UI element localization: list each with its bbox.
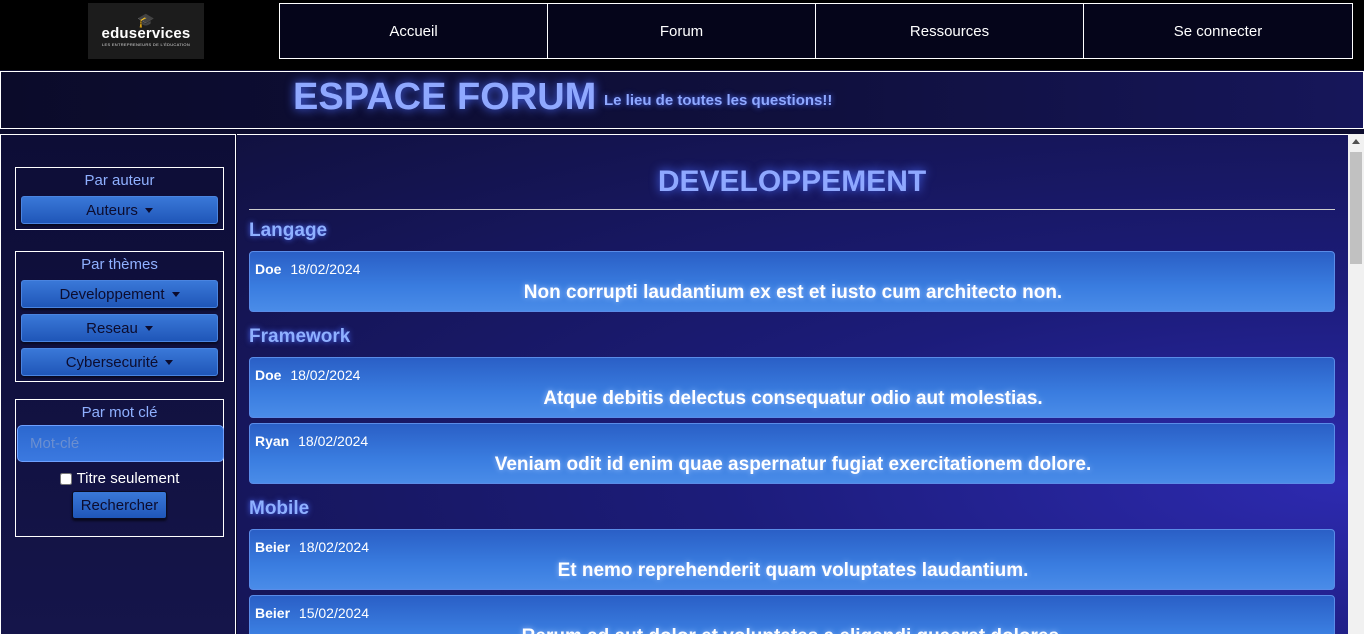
filter-by-theme: Par thèmes Developpement Reseau Cybersec…	[15, 251, 224, 382]
title-only-checkbox[interactable]	[59, 472, 72, 485]
nav-se-connecter[interactable]: Se connecter	[1083, 3, 1353, 59]
post-author[interactable]: Doe	[255, 367, 281, 383]
post-author[interactable]: Doe	[255, 261, 281, 277]
authors-dropdown-button[interactable]: Auteurs	[21, 196, 218, 224]
post-item[interactable]: Beier 18/02/2024 Et nemo reprehenderit q…	[249, 529, 1335, 590]
theme-dropdown-reseau[interactable]: Reseau	[21, 314, 218, 342]
post-meta: Ryan 18/02/2024	[255, 433, 368, 449]
category-mobile[interactable]: Mobile	[249, 498, 309, 520]
post-item[interactable]: Ryan 18/02/2024 Veniam odit id enim quae…	[249, 423, 1335, 484]
posts-panel: DEVELOPPEMENT Langage Doe 18/02/2024 Non…	[237, 134, 1348, 634]
logo-brand: eduservices	[101, 25, 191, 42]
section-title: DEVELOPPEMENT	[657, 165, 927, 198]
filter-by-author-title: Par auteur	[84, 172, 155, 189]
theme-dropdown-label: Reseau	[86, 319, 138, 337]
post-author[interactable]: Ryan	[255, 433, 289, 449]
authors-dropdown-label: Auteurs	[86, 201, 138, 219]
caret-down-icon	[144, 207, 153, 213]
post-meta: Beier 15/02/2024	[255, 605, 369, 621]
caret-down-icon	[144, 325, 153, 331]
post-item[interactable]: Beier 15/02/2024 Rerum ad aut dolor et v…	[249, 595, 1335, 634]
post-title[interactable]: Et nemo reprehenderit quam voluptates la…	[250, 560, 1336, 582]
caret-down-icon	[165, 359, 174, 365]
main-nav: Accueil Forum Ressources Se connecter	[279, 3, 1353, 59]
nav-ressources[interactable]: Ressources	[815, 3, 1084, 59]
filter-sidebar: Par auteur Auteurs Par thèmes Developpem…	[0, 134, 236, 634]
filter-by-keyword-title: Par mot clé	[81, 404, 158, 421]
nav-accueil[interactable]: Accueil	[279, 3, 548, 59]
page-scrollbar[interactable]	[1348, 134, 1364, 634]
nav-forum[interactable]: Forum	[547, 3, 816, 59]
logo-tagline: LES ENTREPRENEURS DE L'ÉDUCATION	[101, 42, 191, 47]
post-item[interactable]: Doe 18/02/2024 Atque debitis delectus co…	[249, 357, 1335, 418]
search-button[interactable]: Rechercher	[72, 491, 167, 519]
post-title[interactable]: Non corrupti laudantium ex est et iusto …	[250, 282, 1336, 304]
caret-down-icon	[171, 291, 180, 297]
post-date: 18/02/2024	[298, 539, 369, 555]
scroll-up-arrow-icon[interactable]	[1352, 139, 1360, 144]
eduservices-logo[interactable]: 🎓 eduservices LES ENTREPRENEURS DE L'ÉDU…	[88, 3, 204, 59]
post-title[interactable]: Veniam odit id enim quae aspernatur fugi…	[250, 454, 1336, 476]
scrollbar-thumb[interactable]	[1350, 152, 1362, 264]
category-langage[interactable]: Langage	[249, 220, 327, 242]
theme-dropdown-label: Developpement	[59, 285, 165, 303]
theme-dropdown-developpement[interactable]: Developpement	[21, 280, 218, 308]
forum-banner: ESPACE FORUM Le lieu de toutes les quest…	[0, 71, 1364, 129]
post-author[interactable]: Beier	[255, 605, 290, 621]
keyword-input[interactable]	[17, 425, 224, 462]
post-title[interactable]: Rerum ad aut dolor et voluptates a elige…	[250, 626, 1336, 634]
filter-by-keyword: Par mot clé Titre seulement Rechercher	[15, 399, 224, 537]
filter-by-theme-title: Par thèmes	[81, 256, 158, 273]
post-date: 18/02/2024	[298, 433, 369, 449]
post-meta: Doe 18/02/2024	[255, 367, 360, 383]
theme-dropdown-label: Cybersecurité	[65, 353, 159, 371]
theme-dropdown-cybersecurite[interactable]: Cybersecurité	[21, 348, 218, 376]
post-title[interactable]: Atque debitis delectus consequatur odio …	[250, 388, 1336, 410]
filter-by-author: Par auteur Auteurs	[15, 167, 224, 230]
title-only-label: Titre seulement	[76, 470, 180, 487]
post-author[interactable]: Beier	[255, 539, 290, 555]
title-only-option[interactable]: Titre seulement	[21, 470, 218, 487]
section-divider	[249, 209, 1335, 210]
top-navbar: 🎓 eduservices LES ENTREPRENEURS DE L'ÉDU…	[0, 0, 1364, 70]
page-title: ESPACE FORUM	[293, 76, 597, 118]
post-date: 18/02/2024	[290, 367, 361, 383]
post-date: 18/02/2024	[290, 261, 361, 277]
page-subtitle: Le lieu de toutes les questions!!	[604, 92, 833, 109]
post-meta: Doe 18/02/2024	[255, 261, 360, 277]
category-framework[interactable]: Framework	[249, 326, 350, 348]
post-meta: Beier 18/02/2024	[255, 539, 369, 555]
post-item[interactable]: Doe 18/02/2024 Non corrupti laudantium e…	[249, 251, 1335, 312]
post-date: 15/02/2024	[298, 605, 369, 621]
